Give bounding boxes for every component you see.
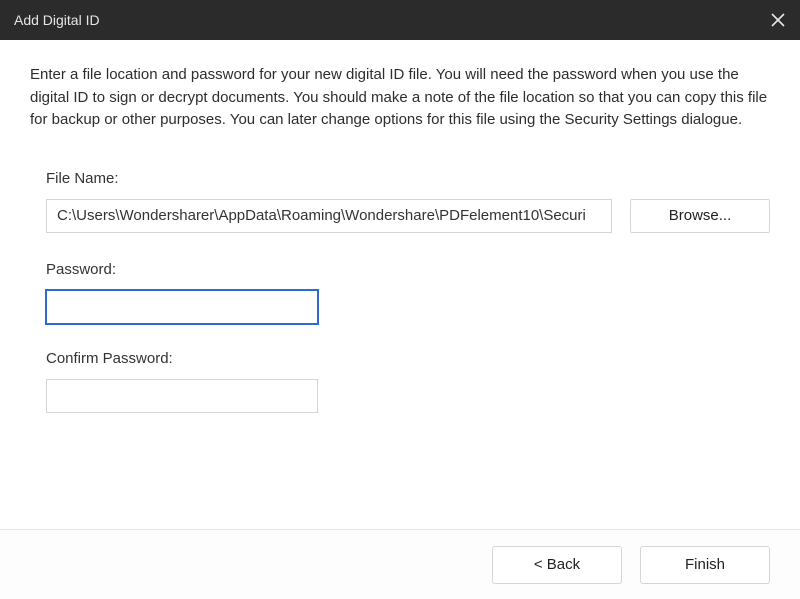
password-label: Password:	[46, 261, 770, 278]
finish-button[interactable]: Finish	[640, 546, 770, 584]
filename-input[interactable]	[46, 199, 612, 233]
filename-row: Browse...	[46, 199, 770, 233]
form-section: File Name: Browse... Password: Confirm P…	[30, 170, 770, 439]
confirm-password-input[interactable]	[46, 379, 318, 413]
titlebar: Add Digital ID	[0, 0, 800, 40]
filename-label: File Name:	[46, 170, 770, 187]
intro-text: Enter a file location and password for y…	[30, 64, 770, 132]
confirm-password-label: Confirm Password:	[46, 350, 770, 367]
window-title: Add Digital ID	[14, 12, 100, 28]
close-icon	[771, 13, 785, 27]
back-button[interactable]: < Back	[492, 546, 622, 584]
password-input[interactable]	[46, 290, 318, 324]
dialog-content: Enter a file location and password for y…	[0, 40, 800, 529]
close-button[interactable]	[764, 6, 792, 34]
browse-button[interactable]: Browse...	[630, 199, 770, 233]
dialog-footer: < Back Finish	[0, 529, 800, 599]
